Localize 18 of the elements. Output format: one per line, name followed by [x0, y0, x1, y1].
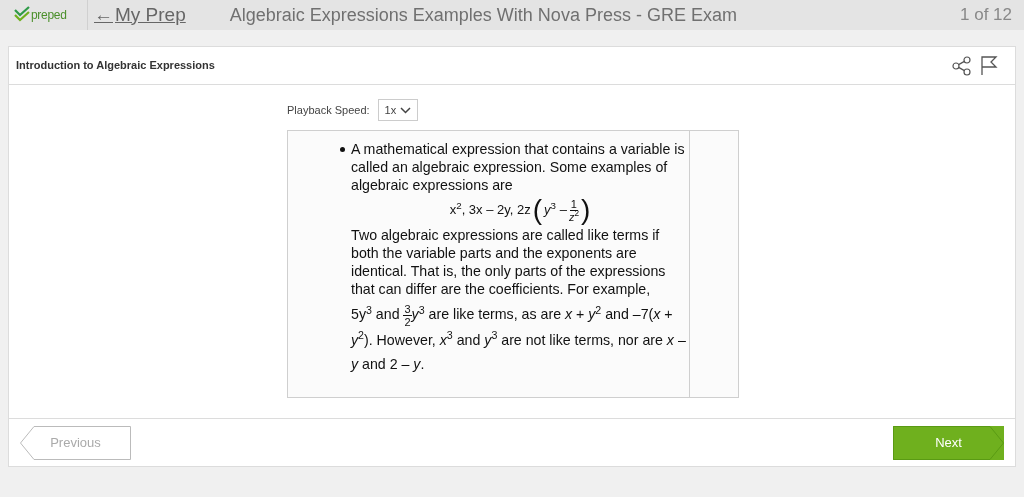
bullet-icon — [340, 147, 345, 152]
back-arrow-icon[interactable]: ← — [94, 0, 113, 30]
open-parenthesis: ( — [532, 196, 543, 224]
lesson-title: Introduction to Algebraic Expressions — [16, 58, 215, 74]
back-link[interactable]: ←My Prep — [94, 0, 186, 30]
playback-speed-select[interactable]: 1x — [377, 99, 419, 121]
playback-speed-label: Playback Speed: — [287, 102, 370, 118]
logo-check-icon — [14, 6, 30, 24]
flag-icon[interactable] — [980, 55, 998, 76]
slide-paragraph: Two algebraic expressions are called like terms if both the variable parts and the exponents are identical. That is, the only parts of the expressions that can differ are the coefficients. For example, — [351, 226, 667, 298]
slide-paragraph: A mathematical expression that contains a variable is called an algebraic expression. Some examples of algebraic expressions are — [351, 140, 686, 194]
logo-text: preped — [31, 7, 67, 24]
page-counter: 1 of 12 — [960, 4, 1012, 27]
chevron-down-icon — [400, 106, 412, 114]
share-icon[interactable] — [952, 55, 972, 76]
close-parenthesis: ) — [580, 196, 591, 224]
next-button[interactable]: Next — [893, 425, 1004, 460]
page-title: Algebraic Expressions Examples With Nova Press - GRE Exam — [229, 3, 737, 27]
